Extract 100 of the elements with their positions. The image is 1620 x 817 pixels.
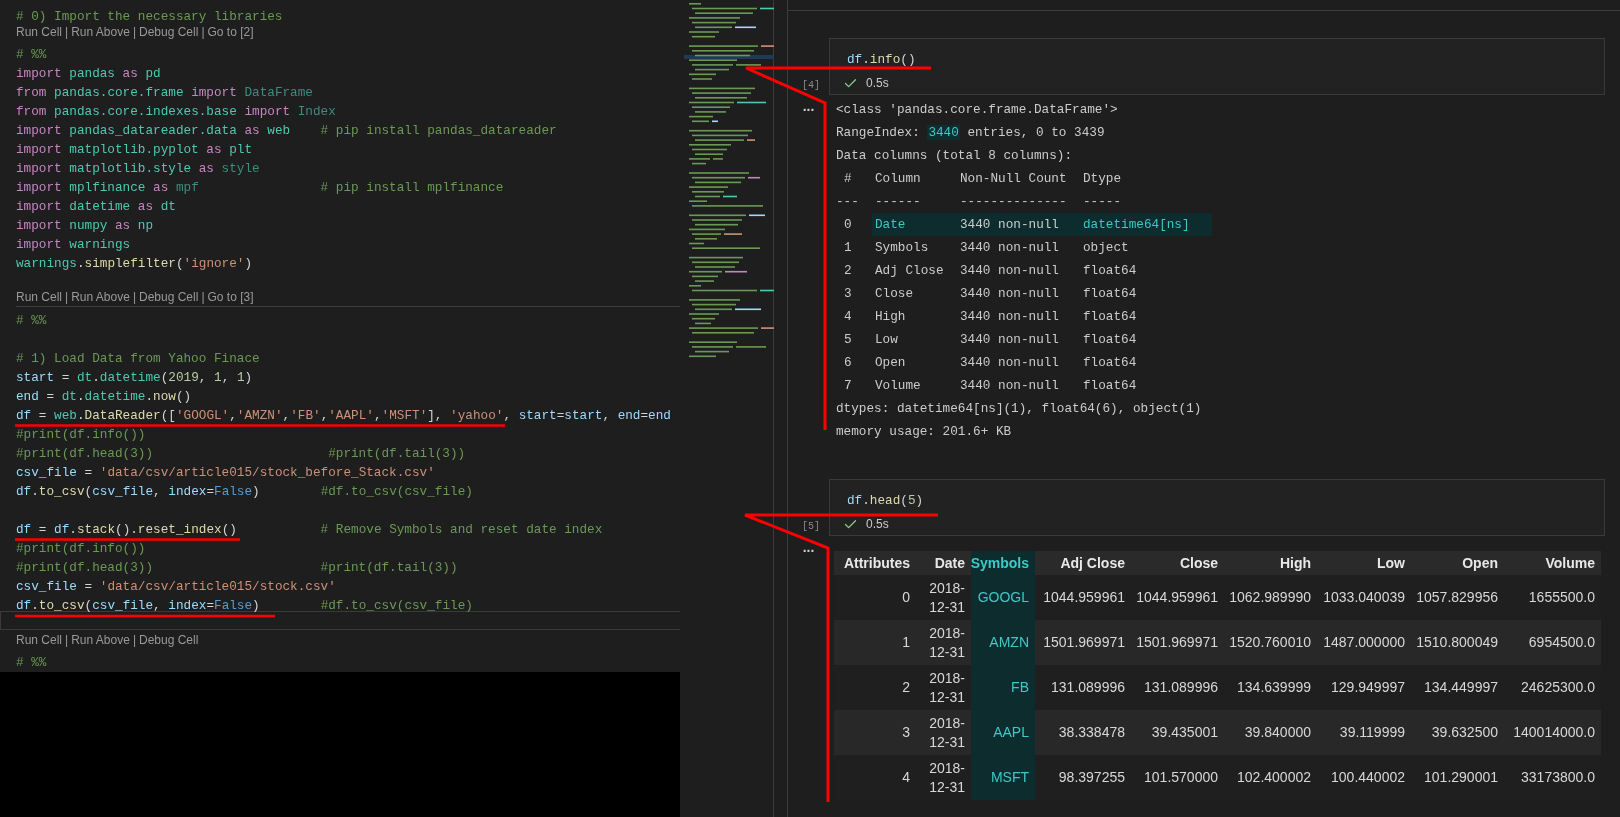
- output-text: Volume: [874, 377, 922, 395]
- output-text: datetime64[ns]: [1083, 216, 1190, 234]
- codelens-link[interactable]: Run Above: [71, 22, 130, 41]
- codelens-link[interactable]: Run Above: [71, 630, 130, 649]
- column-header: Adj Close: [1059, 553, 1126, 573]
- code-line: end = dt.datetime.now(): [16, 389, 192, 404]
- output-text: 7: [843, 377, 853, 395]
- code-line: import warnings: [16, 237, 131, 252]
- output-text: Close: [874, 285, 915, 303]
- codelens-link[interactable]: Run Cell: [16, 22, 63, 41]
- output-text: 1: [843, 239, 853, 257]
- codelens-link[interactable]: Run Above: [71, 288, 130, 306]
- code-cell[interactable]: df.head(5) 0.5s: [829, 479, 1605, 536]
- table-cell-text: 0: [901, 588, 911, 607]
- codelens-separator: |: [201, 289, 205, 306]
- table-cell-text: 1501.969971: [1042, 633, 1126, 652]
- code-line: #print(df.head(3)) #print(df.tail(3)): [16, 446, 466, 461]
- output-line: RangeIndex: 3440 entries, 0 to 3439: [836, 124, 1105, 142]
- output-text: ------: [875, 193, 922, 211]
- code-line: import matplotlib.style as style: [16, 161, 260, 176]
- table-cell-text: 1655500.0: [1527, 588, 1596, 607]
- codelens-link[interactable]: Go to [3]: [207, 288, 254, 306]
- table-cell-text: 38.338478: [1057, 723, 1126, 742]
- output-text: object: [1083, 239, 1129, 257]
- table-cell-text: 100.440002: [1330, 768, 1406, 787]
- code-line: # 1) Load Data from Yahoo Finace: [16, 351, 260, 366]
- output-line: memory usage: 201.6+ KB: [836, 423, 1012, 441]
- code-line: start = dt.datetime(2019, 1, 1): [16, 370, 253, 385]
- codelens-link[interactable]: Go to [2]: [207, 22, 254, 41]
- output-text: 2: [843, 262, 853, 280]
- table-cell-text: 134.639999: [1236, 678, 1312, 697]
- codelens-separator: |: [65, 289, 69, 306]
- code-line: # %%: [16, 47, 47, 62]
- table-cell-text: 2018-12-31: [928, 758, 966, 797]
- output-text: 3440 non-null: [960, 285, 1060, 303]
- output-text: float64: [1083, 262, 1137, 280]
- code-line: import pandas_datareader.data as web # pip install pandas_datareader: [16, 123, 557, 138]
- output-text: 3440 non-null: [960, 262, 1060, 280]
- code-line: from pandas.core.indexes.base import Index: [16, 104, 336, 119]
- output-text: #: [843, 170, 853, 188]
- code-line: df.head(5): [847, 492, 924, 510]
- table-cell-text: 1520.760010: [1228, 633, 1312, 652]
- codelens-link[interactable]: Run Cell: [16, 630, 63, 649]
- table-cell: MSFT: [971, 755, 1035, 800]
- output-text: Dtype: [1083, 170, 1122, 188]
- table-cell-text: 33173800.0: [1520, 768, 1596, 787]
- table-cell-text: 1033.040039: [1322, 588, 1406, 607]
- output-text: 3440 non-null: [960, 377, 1060, 395]
- code-line: df.to_csv(csv_file, index=False) #df.to_csv(csv_file): [16, 598, 473, 613]
- output-text: 3440 non-null: [960, 308, 1060, 326]
- output-line: Data columns (total 8 columns):: [836, 147, 1073, 165]
- output-text: Symbols: [874, 239, 930, 257]
- codelens-separator: |: [132, 23, 136, 41]
- code-line: df = df.stack().reset_index() # Remove Symbols and reset date index: [16, 522, 603, 537]
- more-icon[interactable]: ...: [802, 99, 815, 443]
- output-text: 3440 non-null: [960, 354, 1060, 372]
- table-cell-text: 24625300.0: [1520, 678, 1596, 697]
- output-text: 3440 non-null: [960, 239, 1060, 257]
- table-cell-text: 2: [901, 678, 911, 697]
- duration-text: 0.5s: [866, 76, 889, 90]
- table-cell: FB: [971, 665, 1035, 710]
- output-text: Adj Close: [874, 262, 945, 280]
- output-text: --------------: [960, 193, 1068, 211]
- table-cell-text: 4: [901, 768, 911, 787]
- more-icon[interactable]: ...: [802, 540, 815, 800]
- output-line: <class 'pandas.core.frame.DataFrame'>: [836, 101, 1118, 119]
- output-text: float64: [1083, 285, 1137, 303]
- table-cell-text: 1044.959961: [1042, 588, 1126, 607]
- codelens-link[interactable]: Debug Cell: [139, 22, 199, 41]
- table-cell: AMZN: [971, 620, 1035, 665]
- codelens-link[interactable]: Debug Cell: [139, 630, 199, 649]
- output-line: dtypes: datetime64[ns](1), float64(6), object(1): [836, 400, 1202, 418]
- code-line: df = web.DataReader(['GOOGL','AMZN','FB','AAPL','MSFT'], 'yahoo', start=start, end=end: [16, 408, 671, 423]
- column-header: Low: [1376, 553, 1406, 573]
- column-header: Open: [1461, 553, 1499, 573]
- column-header: Symbols: [971, 551, 1035, 575]
- duration-text: 0.5s: [866, 517, 889, 531]
- table-cell-text: 2018-12-31: [928, 713, 966, 752]
- table-cell-text: 39.632500: [1430, 723, 1499, 742]
- codelens-link[interactable]: Debug Cell: [139, 288, 199, 306]
- output-text: float64: [1083, 377, 1137, 395]
- code-line: #print(df.head(3)) #print(df.tail(3)): [16, 560, 458, 575]
- code-line: import mplfinance as mpf # pip install mplfinance: [16, 180, 504, 195]
- execution-count: [4]: [802, 79, 820, 93]
- codelens-link[interactable]: Run Cell: [16, 288, 63, 306]
- table-cell-text: 140014000.0: [1512, 723, 1596, 742]
- column-header: Date: [933, 553, 966, 573]
- output-text: ---: [836, 193, 860, 211]
- table-cell-text: 101.570000: [1143, 768, 1219, 787]
- execution-count: [5]: [802, 520, 820, 534]
- output-text: 4: [843, 308, 853, 326]
- code-cell[interactable]: df.info() 0.5s: [829, 38, 1605, 95]
- code-line: #print(df.info()): [16, 427, 146, 442]
- table-cell-text: 3: [901, 723, 911, 742]
- output-text: Open: [874, 354, 907, 372]
- codelens-separator: |: [132, 289, 136, 306]
- output-text: 3: [843, 285, 853, 303]
- code-line: import pandas as pd: [16, 66, 161, 81]
- table-cell-text: 1: [901, 633, 911, 652]
- column-header: High: [1278, 553, 1312, 573]
